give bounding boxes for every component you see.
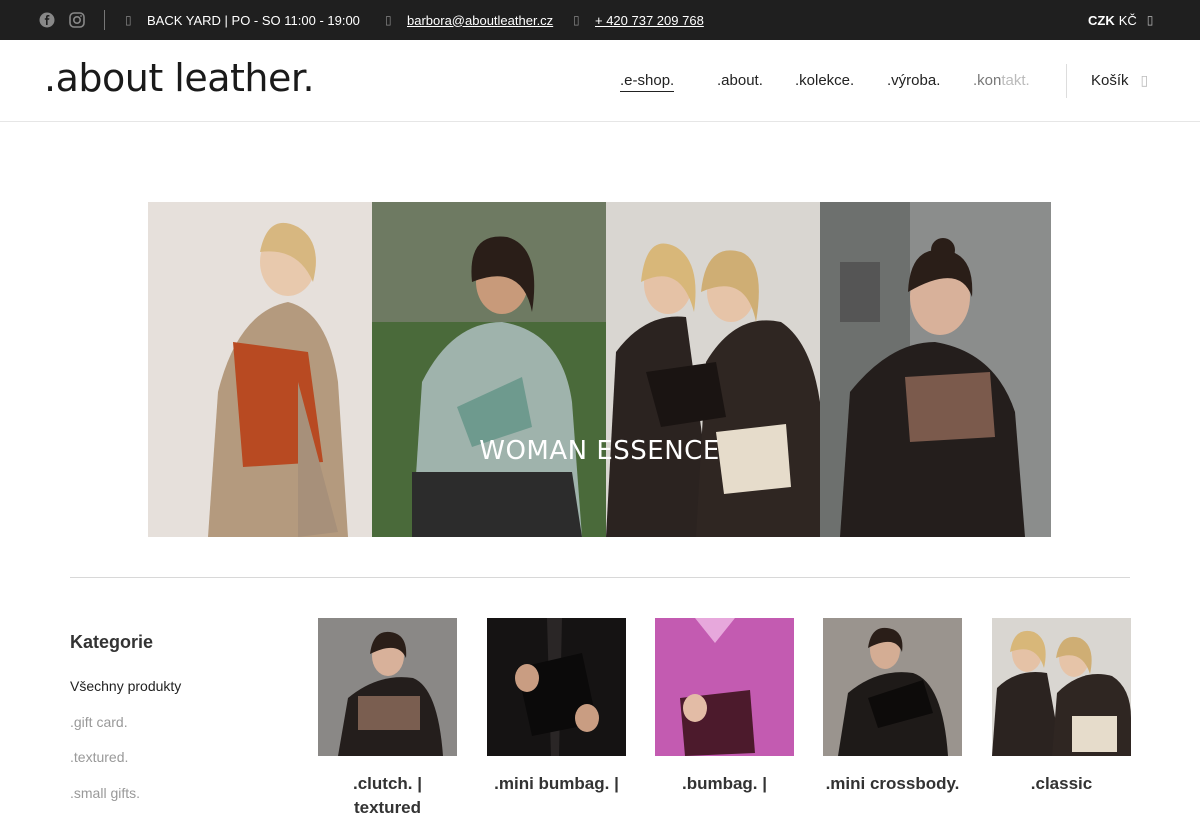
product-name[interactable]: .classic (992, 772, 1131, 796)
banner-photo-2 (372, 202, 606, 537)
facebook-icon[interactable] (39, 0, 55, 40)
header-divider (1066, 64, 1067, 98)
hero-banner[interactable]: WOMAN ESSENCE (148, 202, 1051, 537)
currency-selector[interactable]: CZK KČ ▯ (1088, 0, 1153, 40)
product-image[interactable] (487, 618, 626, 756)
banner-photo-4 (820, 202, 1051, 537)
category-small-gifts[interactable]: .small gifts. (70, 785, 140, 801)
nav-item-kontakt[interactable]: .kontakt. (973, 72, 1030, 89)
logo[interactable]: .about leather. (44, 56, 315, 100)
nav-item-kolekce[interactable]: .kolekce. (795, 72, 854, 89)
nav-item-vyroba[interactable]: .výroba. (887, 72, 940, 89)
banner-photo-3 (606, 202, 820, 537)
top-bar: ▯ BACK YARD | PO - SO 11:00 - 19:00 ▯ ba… (0, 0, 1200, 40)
product-name[interactable]: .clutch. | textured (318, 772, 457, 820)
categories-title: Kategorie (70, 632, 154, 652)
category-textured[interactable]: .textured. (70, 749, 128, 765)
product-name[interactable]: .mini bumbag. | (487, 772, 626, 796)
nav-item-kontakt-part-a: .kon (973, 72, 1002, 89)
topbar-divider (104, 10, 105, 30)
site-header: .about leather. .e-shop. .about. .kolekc… (0, 40, 1200, 122)
product-image[interactable] (318, 618, 457, 756)
email-link[interactable]: barbora@aboutleather.cz (407, 13, 553, 28)
cart-label: Košík (1091, 72, 1129, 89)
nav-item-kontakt-part-b: takt. (1001, 72, 1030, 89)
cart-icon: ▯ (1140, 72, 1149, 88)
product-name[interactable]: .bumbag. | (655, 772, 794, 796)
product-card[interactable]: .classic (992, 618, 1131, 796)
product-card[interactable]: .bumbag. | (655, 618, 794, 796)
nav-item-about[interactable]: .about. (717, 72, 763, 89)
email-icon: ▯ (385, 13, 392, 27)
product-image[interactable] (992, 618, 1131, 756)
cart-button[interactable]: Košík ▯ (1091, 72, 1148, 89)
nav-item-eshop[interactable]: .e-shop. (620, 72, 675, 92)
product-name[interactable]: .mini crossbody. (823, 772, 962, 796)
opening-hours: BACK YARD | PO - SO 11:00 - 19:00 (147, 12, 360, 28)
category-all-products[interactable]: Všechny produkty (70, 678, 181, 694)
instagram-icon[interactable] (69, 0, 85, 40)
banner-photo-1 (148, 202, 372, 537)
category-gift-card[interactable]: .gift card. (70, 714, 128, 730)
product-card[interactable]: .mini bumbag. | (487, 618, 626, 796)
currency-label: KČ (1118, 12, 1137, 28)
product-image[interactable] (655, 618, 794, 756)
product-card[interactable]: .mini crossbody. (823, 618, 962, 796)
chevron-down-icon: ▯ (1146, 13, 1154, 27)
product-image[interactable] (823, 618, 962, 756)
section-divider (70, 577, 1130, 578)
banner-title: WOMAN ESSENCE (479, 436, 720, 466)
product-card[interactable]: .clutch. | textured (318, 618, 457, 820)
currency-code: CZK (1088, 12, 1115, 28)
phone-icon: ▯ (573, 13, 580, 27)
phone-link[interactable]: + 420 737 209 768 (595, 13, 704, 28)
location-icon: ▯ (125, 13, 132, 27)
